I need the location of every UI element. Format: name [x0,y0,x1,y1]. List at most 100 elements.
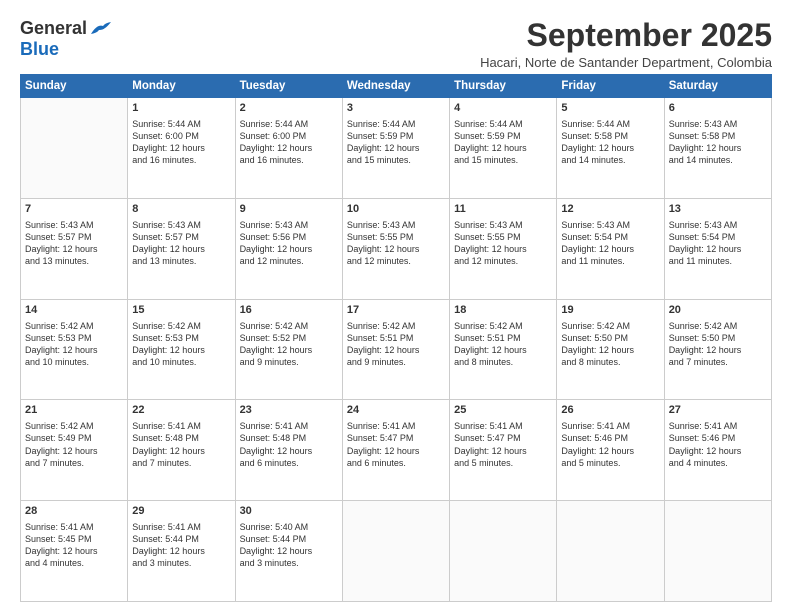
logo-general-text: General [20,18,87,39]
title-section: September 2025 Hacari, Norte de Santande… [480,18,772,70]
day-info-line: and 13 minutes. [132,255,230,267]
calendar-day-cell: 20Sunrise: 5:42 AMSunset: 5:50 PMDayligh… [664,299,771,400]
day-number: 24 [347,403,445,418]
day-number: 15 [132,303,230,318]
day-info-line: Sunset: 5:55 PM [454,231,552,243]
day-info-line: and 15 minutes. [347,154,445,166]
day-info-line: Sunrise: 5:43 AM [347,219,445,231]
day-number: 12 [561,202,659,217]
day-info-line: Daylight: 12 hours [25,344,123,356]
day-info-line: and 3 minutes. [132,557,230,569]
calendar-day-cell: 29Sunrise: 5:41 AMSunset: 5:44 PMDayligh… [128,501,235,602]
day-info-line: and 11 minutes. [561,255,659,267]
day-number: 8 [132,202,230,217]
day-number: 9 [240,202,338,217]
day-info-line: Daylight: 12 hours [240,344,338,356]
day-info-line: Sunrise: 5:44 AM [561,118,659,130]
day-number: 16 [240,303,338,318]
day-info-line: Sunrise: 5:42 AM [669,320,767,332]
day-number: 29 [132,504,230,519]
day-number: 30 [240,504,338,519]
day-number: 10 [347,202,445,217]
calendar-day-cell: 5Sunrise: 5:44 AMSunset: 5:58 PMDaylight… [557,98,664,199]
logo: General Blue [20,18,111,60]
day-info-line: Sunset: 5:44 PM [132,533,230,545]
calendar-day-cell [450,501,557,602]
day-info-line: Daylight: 12 hours [240,445,338,457]
calendar-day-cell: 23Sunrise: 5:41 AMSunset: 5:48 PMDayligh… [235,400,342,501]
day-info-line: Sunset: 5:57 PM [25,231,123,243]
day-info-line: Sunset: 5:58 PM [561,130,659,142]
day-info-line: Sunset: 5:48 PM [132,432,230,444]
day-info-line: and 6 minutes. [347,457,445,469]
day-info-line: and 14 minutes. [561,154,659,166]
calendar-day-cell: 8Sunrise: 5:43 AMSunset: 5:57 PMDaylight… [128,198,235,299]
calendar-week-row: 7Sunrise: 5:43 AMSunset: 5:57 PMDaylight… [21,198,772,299]
day-info-line: Sunrise: 5:43 AM [454,219,552,231]
calendar-day-header: Wednesday [342,75,449,98]
day-info-line: and 14 minutes. [669,154,767,166]
day-info-line: and 13 minutes. [25,255,123,267]
calendar-day-cell: 3Sunrise: 5:44 AMSunset: 5:59 PMDaylight… [342,98,449,199]
day-info-line: and 4 minutes. [669,457,767,469]
day-info-line: Sunrise: 5:42 AM [25,320,123,332]
day-info-line: Sunrise: 5:44 AM [132,118,230,130]
day-info-line: Sunset: 5:53 PM [132,332,230,344]
day-info-line: Daylight: 12 hours [25,243,123,255]
day-info-line: Daylight: 12 hours [347,445,445,457]
day-info-line: Daylight: 12 hours [25,445,123,457]
day-number: 18 [454,303,552,318]
day-info-line: Sunrise: 5:41 AM [132,521,230,533]
day-number: 7 [25,202,123,217]
day-info-line: Sunset: 5:45 PM [25,533,123,545]
day-info-line: Sunrise: 5:41 AM [25,521,123,533]
calendar-week-row: 28Sunrise: 5:41 AMSunset: 5:45 PMDayligh… [21,501,772,602]
day-info-line: and 15 minutes. [454,154,552,166]
calendar-day-cell: 26Sunrise: 5:41 AMSunset: 5:46 PMDayligh… [557,400,664,501]
day-info-line: Sunrise: 5:40 AM [240,521,338,533]
day-number: 20 [669,303,767,318]
calendar-day-cell: 28Sunrise: 5:41 AMSunset: 5:45 PMDayligh… [21,501,128,602]
calendar-header-row: SundayMondayTuesdayWednesdayThursdayFrid… [21,75,772,98]
day-info-line: Daylight: 12 hours [347,344,445,356]
calendar-day-header: Sunday [21,75,128,98]
day-info-line: Sunset: 5:54 PM [561,231,659,243]
day-number: 11 [454,202,552,217]
day-info-line: Sunrise: 5:42 AM [561,320,659,332]
calendar-day-cell: 16Sunrise: 5:42 AMSunset: 5:52 PMDayligh… [235,299,342,400]
day-number: 1 [132,101,230,116]
calendar-day-cell: 19Sunrise: 5:42 AMSunset: 5:50 PMDayligh… [557,299,664,400]
day-info-line: Daylight: 12 hours [347,142,445,154]
day-info-line: and 12 minutes. [347,255,445,267]
day-info-line: Sunrise: 5:44 AM [240,118,338,130]
day-info-line: Daylight: 12 hours [669,445,767,457]
page-header: General Blue September 2025 Hacari, Nort… [20,18,772,70]
calendar-day-header: Thursday [450,75,557,98]
day-info-line: and 12 minutes. [240,255,338,267]
day-info-line: and 7 minutes. [25,457,123,469]
day-info-line: Sunset: 5:54 PM [669,231,767,243]
calendar-day-cell: 25Sunrise: 5:41 AMSunset: 5:47 PMDayligh… [450,400,557,501]
calendar-day-cell: 22Sunrise: 5:41 AMSunset: 5:48 PMDayligh… [128,400,235,501]
day-info-line: Sunset: 5:47 PM [454,432,552,444]
day-info-line: Sunrise: 5:43 AM [240,219,338,231]
calendar-day-header: Saturday [664,75,771,98]
day-info-line: and 10 minutes. [132,356,230,368]
calendar-day-cell: 13Sunrise: 5:43 AMSunset: 5:54 PMDayligh… [664,198,771,299]
day-info-line: Daylight: 12 hours [669,344,767,356]
day-info-line: Daylight: 12 hours [347,243,445,255]
calendar-day-cell: 30Sunrise: 5:40 AMSunset: 5:44 PMDayligh… [235,501,342,602]
day-info-line: and 7 minutes. [132,457,230,469]
calendar-day-cell: 12Sunrise: 5:43 AMSunset: 5:54 PMDayligh… [557,198,664,299]
day-info-line: Sunset: 5:46 PM [561,432,659,444]
day-info-line: Daylight: 12 hours [454,243,552,255]
calendar-day-cell [557,501,664,602]
day-info-line: Daylight: 12 hours [240,545,338,557]
day-info-line: Sunset: 5:49 PM [25,432,123,444]
day-info-line: Sunrise: 5:44 AM [347,118,445,130]
day-info-line: and 5 minutes. [561,457,659,469]
calendar-day-cell: 17Sunrise: 5:42 AMSunset: 5:51 PMDayligh… [342,299,449,400]
calendar-day-cell: 10Sunrise: 5:43 AMSunset: 5:55 PMDayligh… [342,198,449,299]
day-info-line: Sunset: 5:57 PM [132,231,230,243]
calendar-day-header: Friday [557,75,664,98]
